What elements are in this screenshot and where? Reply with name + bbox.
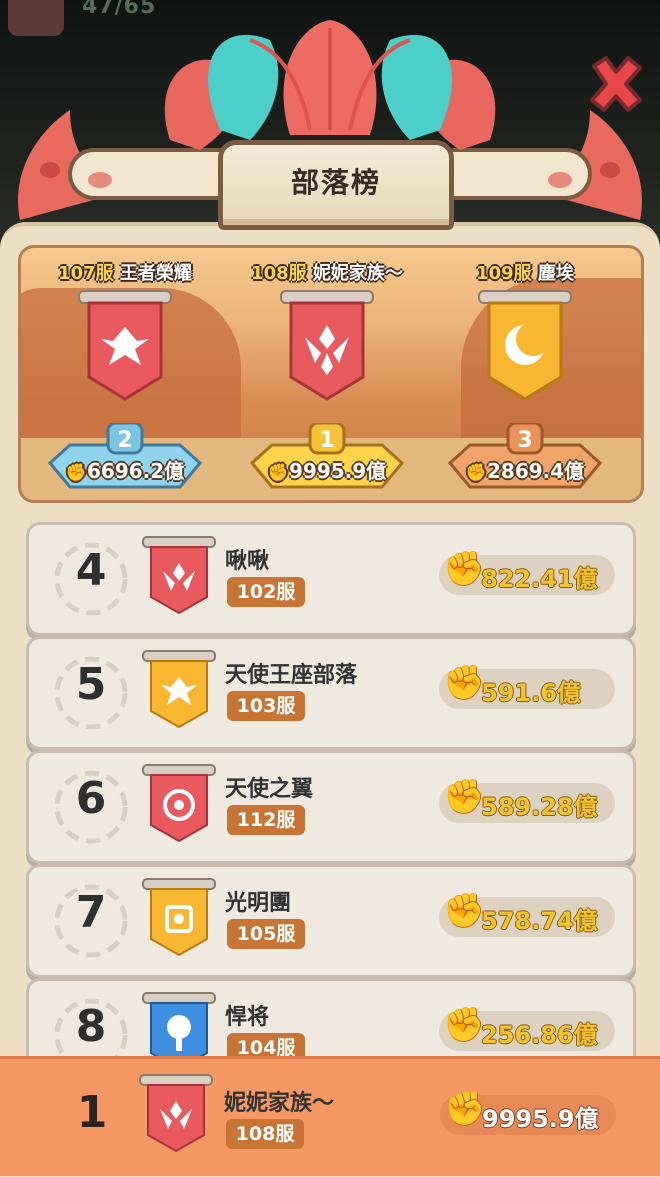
tribe-flag [139, 1074, 213, 1153]
page-title: 部落榜 [290, 166, 381, 199]
tribe-flag [478, 290, 572, 401]
list-item[interactable]: 4 啾啾 102服 ✊ 822.41億 [26, 522, 636, 636]
my-tribe-rank-bar[interactable]: 1 妮妮家族～ 108服 ✊ 9995.9億 [0, 1056, 660, 1176]
podium-third-place[interactable]: 109服 塵埃 3 ✊2869.4億 [430, 255, 620, 495]
tribe-flag [142, 878, 216, 957]
podium-tribe-title: 108服 妮妮家族～ [251, 263, 403, 284]
title-plate: 部落榜 [218, 140, 454, 230]
fist-icon: ✊ [444, 1089, 487, 1129]
podium-place: 1 [319, 428, 334, 453]
server-badge: 105服 [227, 919, 305, 949]
podium-tribe-title: 109服 塵埃 [476, 263, 574, 284]
tribe-flag [142, 536, 216, 615]
podium-first-place[interactable]: 108服 妮妮家族～ 1 ✊9995.9億 [232, 255, 422, 495]
rank-number: 7 [75, 887, 107, 938]
tribe-name: 天使之翼 [225, 777, 314, 802]
fist-icon: ✊ [443, 663, 486, 703]
fist-icon: ✊ [443, 777, 486, 817]
power-value: ✊ 822.41億 [439, 549, 615, 595]
list-item[interactable]: 5 天使王座部落 103服 ✊ 591.6億 [26, 636, 636, 750]
power-value: ✊ 591.6億 [439, 663, 615, 709]
podium-tribe-title: 107服 王者榮耀 [58, 263, 192, 284]
power-value: ✊ 9995.9億 [440, 1089, 616, 1135]
podium-second-place[interactable]: 107服 王者榮耀 2 ✊6696.2億 [30, 255, 220, 495]
list-item[interactable]: 7 光明團 105服 ✊ 578.74億 [26, 864, 636, 978]
power-value: ✊ 256.86億 [439, 1005, 615, 1051]
server-badge: 103服 [227, 691, 305, 721]
server-badge: 102服 [227, 577, 305, 607]
podium-power: ✊6696.2億 [65, 459, 185, 483]
power-value: ✊ 589.28億 [439, 777, 615, 823]
server-badge: 112服 [227, 805, 305, 835]
tribe-flag [280, 290, 374, 401]
rank-number: 6 [75, 773, 107, 824]
list-item[interactable]: 6 天使之翼 112服 ✊ 589.28億 [26, 750, 636, 864]
podium-place: 3 [517, 428, 532, 453]
fist-icon: ✊ [443, 549, 486, 589]
tribe-name: 悍将 [225, 1005, 270, 1030]
close-icon[interactable] [584, 52, 648, 116]
rank-number: 8 [75, 1001, 107, 1052]
rank-number: 1 [76, 1087, 108, 1138]
tribe-name: 啾啾 [225, 549, 270, 574]
server-badge: 108服 [226, 1119, 304, 1149]
podium-power: ✊9995.9億 [267, 459, 387, 483]
fist-icon: ✊ [443, 891, 486, 931]
rank-number: 4 [75, 545, 107, 596]
podium-power: ✊2869.4億 [465, 459, 585, 483]
tribe-flag [78, 290, 172, 401]
tribe-name: 妮妮家族～ [224, 1091, 335, 1116]
tribe-name: 光明團 [225, 891, 292, 916]
power-value: ✊ 578.74億 [439, 891, 615, 937]
tribe-flag [142, 650, 216, 729]
tribe-name: 天使王座部落 [225, 663, 358, 688]
rank-number: 5 [75, 659, 107, 710]
tribe-flag [142, 764, 216, 843]
fist-icon: ✊ [443, 1005, 486, 1045]
podium-place: 2 [117, 428, 132, 453]
